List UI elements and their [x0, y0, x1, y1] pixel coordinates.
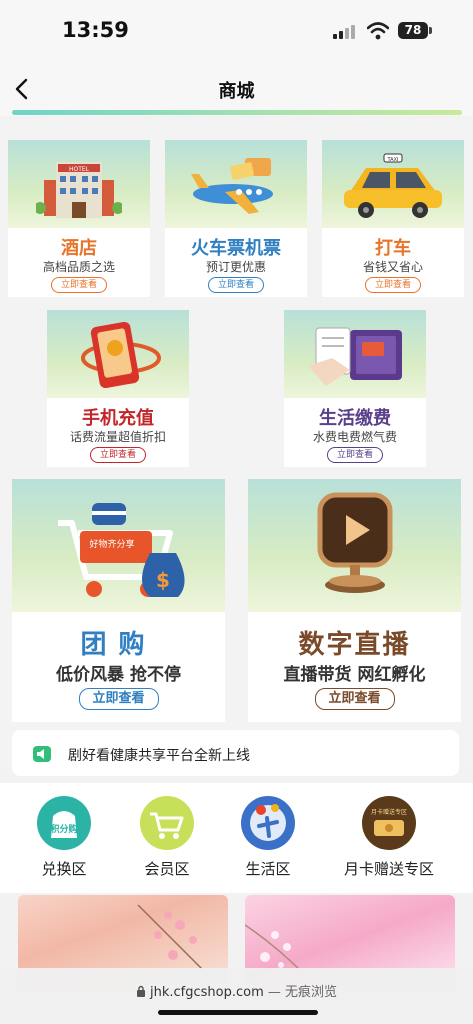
train-flight-title: 火车票机票: [191, 238, 281, 259]
battery-level: 78: [398, 22, 428, 39]
airplane-icon: [191, 158, 273, 214]
phone-recharge-icon: [81, 321, 161, 389]
life-zone-icon[interactable]: [241, 796, 295, 850]
taxi-subtitle: 省钱又省心: [362, 260, 423, 274]
group-buy-card[interactable]: $ 好物齐分享 团购 低价风暴 抢不停 立即查看: [12, 479, 225, 722]
svg-text:积分购: 积分购: [50, 823, 77, 835]
utility-payment-subtitle: 水费电费燃气费: [312, 430, 397, 444]
live-stream-card[interactable]: 数字直播 直播带货 网红孵化 立即查看: [248, 479, 461, 722]
group-buy-view-button[interactable]: 立即查看: [78, 688, 159, 710]
hotel-sign-text: HOTEL: [69, 166, 90, 173]
phone-recharge-card[interactable]: 手机充值 话费流量超值折扣 立即查看: [47, 310, 189, 467]
hotel-building-icon: HOTEL: [36, 162, 122, 218]
live-stream-title: 数字直播: [298, 630, 411, 660]
phone-recharge-title: 手机充值: [82, 408, 154, 429]
exchange-zone-label[interactable]: 兑换区: [9, 858, 119, 879]
member-zone-icon[interactable]: [140, 796, 194, 850]
speaker-icon: [33, 746, 51, 762]
svg-text:月卡赠送专区: 月卡赠送专区: [371, 808, 407, 816]
url-text: jhk.cfgcshop.com: [149, 985, 264, 1000]
train-flight-card[interactable]: 火车票机票 预订更优惠 立即查看: [165, 140, 307, 297]
utility-payment-title: 生活缴费: [319, 408, 391, 429]
taxi-title: 打车: [375, 238, 411, 259]
phone-recharge-subtitle: 话费流量超值折扣: [69, 430, 166, 444]
utility-payment-card[interactable]: 生活缴费 水费电费燃气费 立即查看: [284, 310, 426, 467]
hotel-subtitle: 高档品质之选: [42, 260, 115, 274]
hotel-view-button[interactable]: 立即查看: [51, 277, 107, 293]
live-stream-view-button[interactable]: 立即查看: [314, 688, 395, 710]
home-indicator[interactable]: [158, 1010, 318, 1015]
member-zone-label[interactable]: 会员区: [112, 858, 222, 879]
status-time: 13:59: [62, 18, 129, 42]
utility-bill-icon: [308, 327, 402, 386]
cellular-signal-icon: [333, 25, 359, 39]
group-buy-tag: 好物齐分享: [89, 540, 135, 550]
hotel-title: 酒店: [61, 238, 97, 259]
phone-recharge-view-button[interactable]: 立即查看: [90, 447, 146, 463]
nav-accent-bar: [12, 110, 462, 115]
announcement-text: 剧好看健康共享平台全新上线: [68, 748, 250, 764]
live-stream-subtitle: 直播带货 网红孵化: [283, 665, 426, 685]
url-display[interactable]: jhk.cfgcshop.com — 无痕浏览: [0, 981, 473, 1000]
wifi-icon: [367, 22, 389, 40]
utility-payment-view-button[interactable]: 立即查看: [327, 447, 383, 463]
battery-cap: [429, 27, 432, 34]
life-zone-label[interactable]: 生活区: [213, 858, 323, 879]
train-flight-view-button[interactable]: 立即查看: [208, 277, 264, 293]
hotel-card[interactable]: HOTEL 酒店 高档品质之选 立即查看: [8, 140, 150, 297]
train-flight-subtitle: 预订更优惠: [205, 260, 266, 274]
svg-text:$: $: [156, 568, 170, 592]
monthly-card-zone-label[interactable]: 月卡赠送专区: [334, 858, 444, 879]
group-buy-title: 团购: [80, 630, 157, 660]
private-browsing-label: — 无痕浏览: [267, 985, 338, 1000]
play-trophy-icon: [317, 492, 393, 593]
exchange-zone-icon[interactable]: 积分购: [37, 796, 91, 850]
page-title: 商城: [218, 81, 255, 102]
group-buy-subtitle: 低价风暴 抢不停: [56, 665, 181, 685]
taxi-icon: TAXI: [344, 153, 442, 218]
monthly-card-zone-icon[interactable]: 月卡赠送专区: [362, 796, 416, 850]
taxi-sign-text: TAXI: [387, 157, 399, 163]
taxi-view-button[interactable]: 立即查看: [365, 277, 421, 293]
taxi-card[interactable]: TAXI 打车 省钱又省心 立即查看: [322, 140, 464, 297]
lock-icon: [136, 985, 145, 997]
